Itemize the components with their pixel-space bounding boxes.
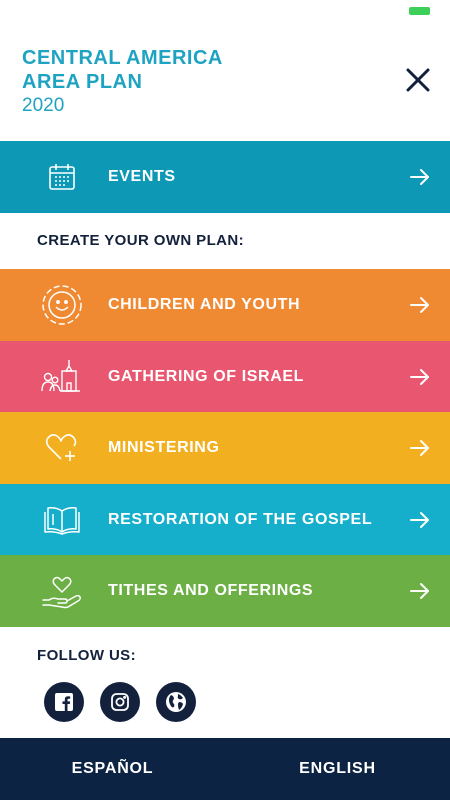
globe-icon	[166, 692, 186, 712]
close-icon	[406, 68, 430, 92]
header: CENTRAL AMERICA AREA PLAN 2020	[0, 0, 450, 140]
plan-row-gathering-israel[interactable]: GATHERING OF ISRAEL	[0, 341, 450, 413]
facebook-button[interactable]	[44, 682, 84, 722]
plan-row-children-youth[interactable]: CHILDREN AND YOUTH	[0, 269, 450, 341]
social-links	[44, 682, 196, 722]
plan-label-children-youth: CHILDREN AND YOUTH	[108, 296, 301, 313]
arrow-right-icon	[410, 512, 429, 528]
spanish-language-button[interactable]: ESPAÑOL	[0, 738, 225, 800]
arrow-right-icon	[410, 369, 429, 385]
page-title: CENTRAL AMERICA AREA PLAN 2020	[22, 46, 223, 118]
instagram-icon	[111, 693, 129, 711]
instagram-button[interactable]	[100, 682, 140, 722]
arrow-right-icon	[410, 440, 429, 456]
events-row[interactable]: EVENTS	[0, 141, 450, 213]
language-footer: ESPAÑOL ENGLISH	[0, 738, 450, 800]
plan-label-gathering-israel: GATHERING OF ISRAEL	[108, 368, 304, 385]
close-button[interactable]	[402, 64, 434, 96]
plan-label-tithes-offerings: TITHES AND OFFERINGS	[108, 582, 314, 599]
arrow-right-icon	[410, 169, 429, 185]
plan-label-ministering: MINISTERING	[108, 439, 220, 456]
arrow-right-icon	[410, 583, 429, 599]
website-button[interactable]	[156, 682, 196, 722]
facebook-icon	[55, 693, 73, 711]
create-plan-heading: CREATE YOUR OWN PLAN:	[37, 232, 245, 249]
title-line-2: AREA PLAN	[22, 71, 143, 93]
open-book-icon	[40, 498, 84, 542]
plan-row-ministering[interactable]: MINISTERING	[0, 412, 450, 484]
hand-heart-icon	[40, 569, 84, 613]
plan-row-tithes-offerings[interactable]: TITHES AND OFFERINGS	[0, 555, 450, 627]
calendar-icon	[40, 155, 84, 199]
english-language-button[interactable]: ENGLISH	[225, 738, 450, 800]
follow-us-heading: FOLLOW US:	[37, 647, 136, 664]
arrow-right-icon	[410, 297, 429, 313]
title-year: 2020	[22, 95, 65, 116]
title-line-1: CENTRAL AMERICA	[22, 47, 223, 69]
plan-row-restoration-gospel[interactable]: RESTORATION OF THE GOSPEL	[0, 484, 450, 556]
plan-label-restoration-gospel: RESTORATION OF THE GOSPEL	[108, 511, 373, 528]
events-label: EVENTS	[108, 168, 176, 185]
people-temple-icon	[40, 355, 84, 399]
smiley-face-icon	[40, 283, 84, 327]
heart-plus-icon	[40, 426, 84, 470]
